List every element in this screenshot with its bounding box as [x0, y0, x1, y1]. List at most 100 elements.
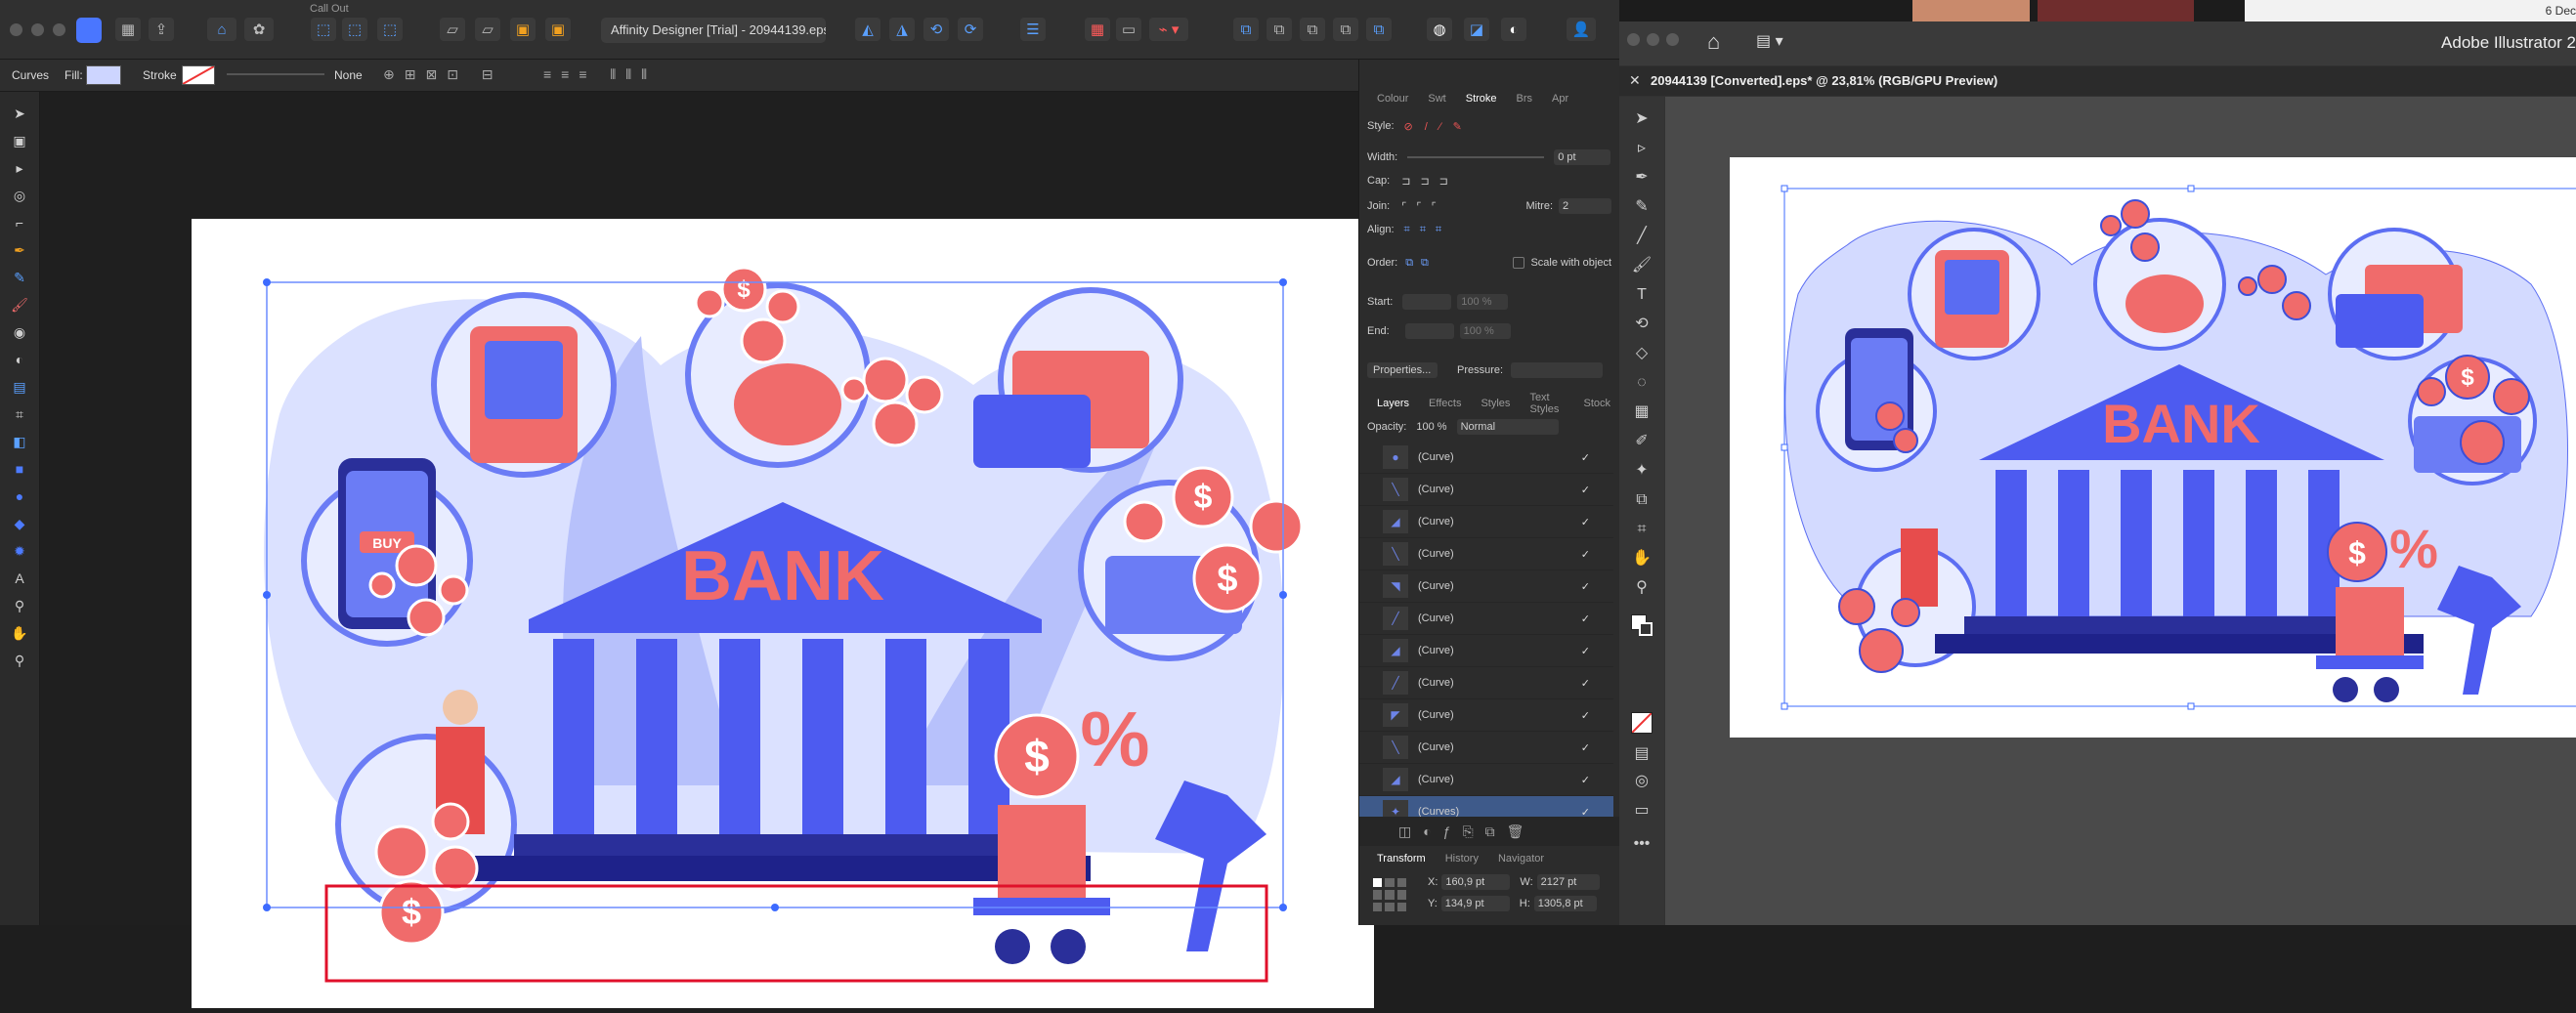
- visibility-check-icon[interactable]: ✓: [1581, 580, 1590, 593]
- tab-stock[interactable]: Stock: [1573, 398, 1620, 409]
- boolean-subtract-icon[interactable]: ⧉: [1267, 18, 1292, 41]
- transform-mode-icons[interactable]: ⊕⊞⊠⊡ ⊟: [383, 66, 503, 83]
- layer-row[interactable]: ╲ (Curve) ✓: [1359, 538, 1613, 570]
- visibility-check-icon[interactable]: ✓: [1581, 484, 1590, 496]
- scale-checkbox[interactable]: [1513, 257, 1525, 269]
- text-tool-icon[interactable]: A: [8, 569, 31, 588]
- end-arrow-select[interactable]: [1404, 323, 1454, 339]
- slice-tool-icon[interactable]: ◧: [8, 432, 31, 451]
- layer-row[interactable]: ◢ (Curve) ✓: [1359, 764, 1613, 796]
- illustrator-artboard[interactable]: BANK $ $ %: [1730, 157, 2576, 738]
- drawing-modes-icon[interactable]: ◎: [1631, 771, 1653, 792]
- layer-row[interactable]: ╲ (Curve) ✓: [1359, 474, 1613, 506]
- cap-icons[interactable]: ⊐⊐⊐: [1401, 175, 1458, 188]
- tab-navigator[interactable]: Navigator: [1488, 853, 1554, 865]
- y-input[interactable]: 134,9 pt: [1440, 896, 1510, 911]
- grid-icon[interactable]: ▦: [1085, 18, 1110, 41]
- type-tool-icon[interactable]: T: [1631, 284, 1653, 306]
- cog-shape-icon[interactable]: ✹: [8, 541, 31, 561]
- place-image-icon[interactable]: ▤: [8, 377, 31, 397]
- layers-footer-icons[interactable]: ◫◐ƒ⎘⧉🗑: [1359, 817, 1619, 846]
- opacity-value[interactable]: 100 %: [1416, 421, 1446, 433]
- flip-horizontal-icon[interactable]: ◭: [855, 18, 880, 41]
- pen-tool-icon[interactable]: ✒: [1631, 167, 1653, 189]
- curvature-tool-icon[interactable]: ✎: [1631, 196, 1653, 218]
- tab-transform[interactable]: Transform: [1367, 853, 1436, 865]
- w-input[interactable]: 2127 pt: [1536, 874, 1600, 890]
- flip-vertical-icon[interactable]: ◮: [889, 18, 915, 41]
- artboard-tool-icon[interactable]: ▣: [8, 131, 31, 150]
- fill-stroke-icon[interactable]: [1631, 614, 1653, 636]
- snap-icon[interactable]: ⬚: [311, 18, 336, 41]
- rotate-tool-icon[interactable]: ⟲: [1631, 314, 1653, 335]
- layer-row[interactable]: ╱ (Curve) ✓: [1359, 667, 1613, 699]
- line-tool-icon[interactable]: ╱: [1631, 226, 1653, 247]
- paintbrush-tool-icon[interactable]: 🖌: [1631, 255, 1653, 276]
- designer-persona-icon[interactable]: [76, 18, 102, 43]
- layer-row[interactable]: ╱ (Curve) ✓: [1359, 603, 1613, 635]
- home-icon[interactable]: ⌂: [207, 18, 236, 41]
- tab-appearance[interactable]: Apr: [1542, 93, 1578, 105]
- shape-tool-icon[interactable]: ◆: [8, 514, 31, 533]
- tab-styles[interactable]: Styles: [1471, 398, 1520, 409]
- layer-row[interactable]: ◥ (Curve) ✓: [1359, 570, 1613, 603]
- tab-layers[interactable]: Layers: [1367, 398, 1419, 409]
- artboard-tool-icon[interactable]: ⌗: [1631, 519, 1653, 540]
- zoom-tool-icon[interactable]: ⚲: [8, 651, 31, 670]
- visibility-check-icon[interactable]: ✓: [1581, 548, 1590, 561]
- blend-mode-select[interactable]: Normal: [1456, 419, 1559, 435]
- boolean-divide-icon[interactable]: ⧉: [1366, 18, 1392, 41]
- visibility-check-icon[interactable]: ✓: [1581, 645, 1590, 657]
- rotate-right-icon[interactable]: ⟳: [958, 18, 983, 41]
- fill-swatch[interactable]: [86, 65, 121, 85]
- layer-row[interactable]: ◤ (Curve) ✓: [1359, 699, 1613, 732]
- chat-icon[interactable]: ◍: [1427, 18, 1452, 41]
- end-scale-input[interactable]: 100 %: [1459, 323, 1511, 339]
- document-tab-title[interactable]: 20944139 [Converted].eps* @ 23,81% (RGB/…: [1651, 73, 1997, 88]
- export-persona-icon[interactable]: ⇪: [149, 18, 174, 41]
- puppet-warp-icon[interactable]: ✦: [1631, 460, 1653, 482]
- visibility-check-icon[interactable]: ✓: [1581, 612, 1590, 625]
- workspace-switcher-icon[interactable]: ▤ ▾: [1756, 31, 1783, 51]
- visibility-check-icon[interactable]: ✓: [1581, 516, 1590, 528]
- fill-tool-icon[interactable]: ◉: [8, 322, 31, 342]
- x-input[interactable]: 160,9 pt: [1441, 874, 1511, 890]
- snap-grid-icon[interactable]: ⬚: [342, 18, 367, 41]
- account-icon[interactable]: 👤: [1567, 18, 1596, 41]
- layer-row[interactable]: ● (Curve) ✓: [1359, 442, 1613, 474]
- anchor-point-grid[interactable]: [1373, 878, 1406, 911]
- layer-row[interactable]: ╲ (Curve) ✓: [1359, 732, 1613, 764]
- rectangle-tool-icon[interactable]: ■: [8, 459, 31, 479]
- visibility-check-icon[interactable]: ✓: [1581, 741, 1590, 754]
- stroke-style-icons[interactable]: ⊘/⁄✎: [1404, 120, 1474, 133]
- join-icons[interactable]: ⌜⌜⌜: [1401, 200, 1445, 213]
- tab-text-styles[interactable]: Text Styles: [1520, 392, 1573, 415]
- corner-tool-icon[interactable]: ⌐: [8, 213, 31, 232]
- close-window-button[interactable]: [10, 23, 22, 36]
- start-arrow-select[interactable]: [1402, 294, 1452, 310]
- visibility-check-icon[interactable]: ✓: [1581, 677, 1590, 690]
- contour-tool-icon[interactable]: ◎: [8, 186, 31, 205]
- direct-selection-icon[interactable]: ▹: [1631, 138, 1653, 159]
- visibility-check-icon[interactable]: ✓: [1581, 709, 1590, 722]
- rotate-left-icon[interactable]: ⟲: [923, 18, 949, 41]
- arrange-icon[interactable]: ▱: [475, 18, 500, 41]
- document-tab[interactable]: Affinity Designer [Trial] - 20944139.eps…: [601, 18, 826, 43]
- tab-stroke[interactable]: Stroke: [1456, 93, 1507, 105]
- visibility-check-icon[interactable]: ✓: [1581, 451, 1590, 464]
- node-tool-icon[interactable]: ▸: [8, 158, 31, 178]
- snap-box-icon[interactable]: ⬚: [377, 18, 403, 41]
- arrange-back-icon[interactable]: ▱: [440, 18, 465, 41]
- zoom-tool-icon[interactable]: ⚲: [1631, 577, 1653, 599]
- pressure-graph[interactable]: [1511, 362, 1604, 378]
- align-stroke-icons[interactable]: ⌗⌗⌗: [1404, 224, 1452, 236]
- layer-row[interactable]: ◢ (Curve) ✓: [1359, 635, 1613, 667]
- color-modes-icon[interactable]: ▤: [1631, 743, 1653, 765]
- close-tab-icon[interactable]: ✕: [1629, 72, 1641, 89]
- hand-tool-icon[interactable]: ✋: [8, 623, 31, 643]
- snapping-dropdown-icon[interactable]: ⌁ ▾: [1149, 18, 1188, 41]
- gradient-tool-icon[interactable]: ▦: [1631, 401, 1653, 423]
- lasso-tool-icon[interactable]: ◌: [1631, 372, 1653, 394]
- h-input[interactable]: 1305,8 pt: [1533, 896, 1597, 911]
- align-nodes-icons[interactable]: ≡≡≡ ⫴⫴⫴: [543, 66, 657, 83]
